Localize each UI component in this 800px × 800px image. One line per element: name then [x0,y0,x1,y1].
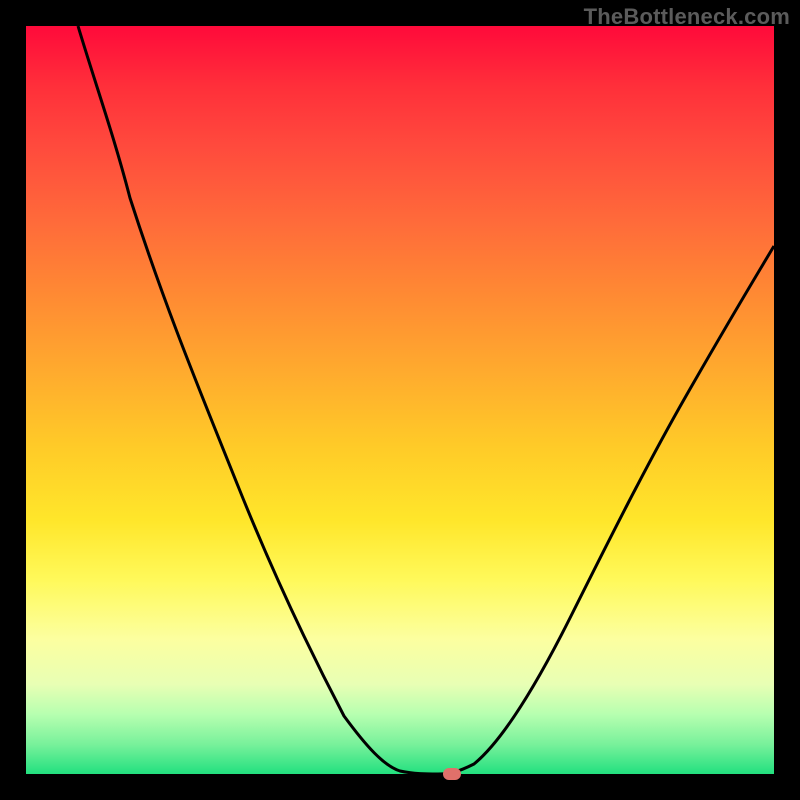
bottleneck-curve [26,26,774,774]
optimal-point-marker [443,768,461,780]
plot-area [26,26,774,774]
chart-frame: TheBottleneck.com [0,0,800,800]
curve-path [78,26,774,774]
